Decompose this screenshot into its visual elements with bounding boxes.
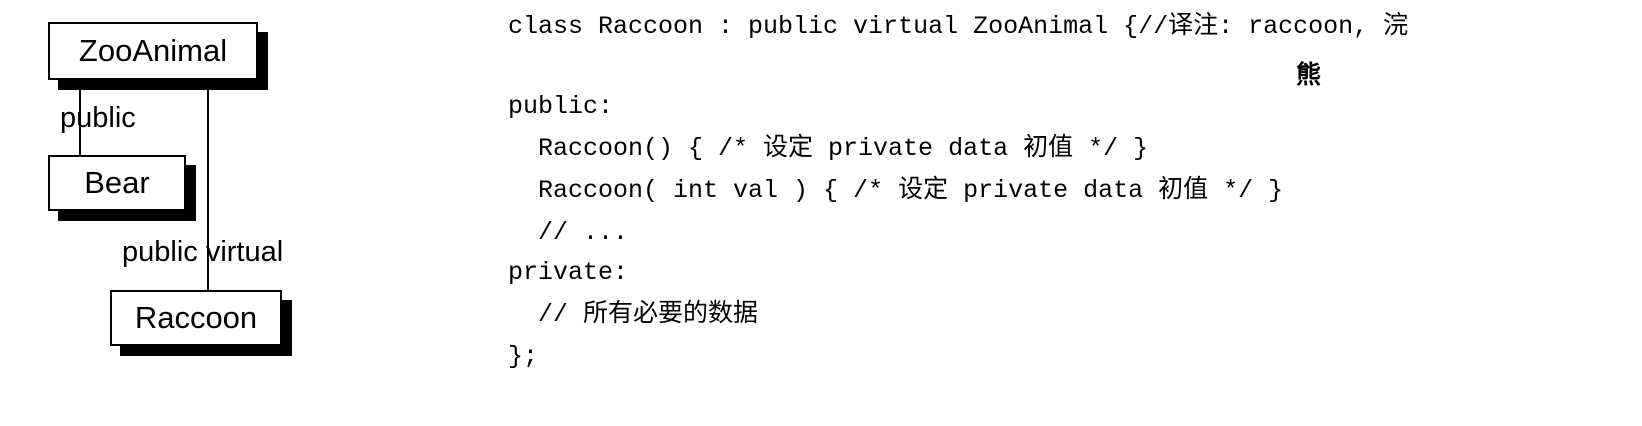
inheritance-diagram: ZooAnimal public Bear public virtual Rac… [0, 0, 420, 426]
code-line-1-continuation: 熊 [1296, 60, 1322, 89]
code-line-3: Raccoon() { /* 设定 private data 初值 */ } [508, 134, 1149, 163]
code-line-8: }; [508, 342, 539, 371]
zooanimal-box: ZooAnimal [48, 22, 258, 80]
bear-box: Bear [48, 155, 186, 211]
code-line-5: // ... [508, 218, 629, 247]
bear-label: Bear [84, 165, 150, 200]
raccoon-label: Raccoon [134, 300, 258, 335]
code-line-6: private: [508, 258, 629, 287]
raccoon-box: Raccoon [110, 290, 282, 346]
code-line-4: Raccoon( int val ) { /* 设定 private data … [508, 176, 1284, 205]
code-line-7: // 所有必要的数据 [508, 300, 759, 329]
edge-label-public: public [60, 102, 136, 134]
code-line-2: public: [508, 92, 614, 121]
code-line-1: class Raccoon : public virtual ZooAnimal… [508, 12, 1409, 41]
code-listing: class Raccoon : public virtual ZooAnimal… [508, 10, 1618, 371]
edge-label-public-virtual: public virtual [122, 236, 284, 268]
zooanimal-label: ZooAnimal [78, 33, 228, 68]
